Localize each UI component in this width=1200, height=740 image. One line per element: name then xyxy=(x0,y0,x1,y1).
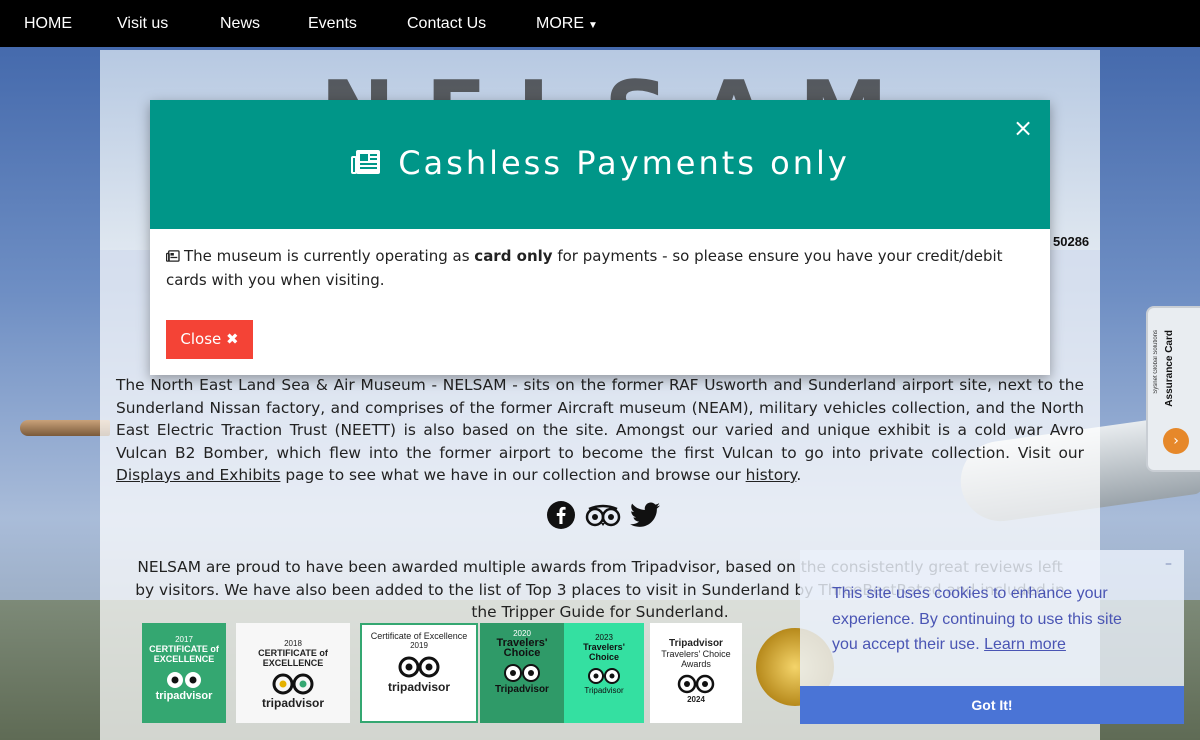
newspaper-icon xyxy=(165,246,180,269)
aircraft-serial: 50286 xyxy=(1053,234,1090,249)
badge-brand: tripadvisor xyxy=(261,696,324,710)
award-badge: 2018 CERTIFICATE of EXCELLENCE tripadvis… xyxy=(236,623,350,723)
badge-year: 2019 xyxy=(410,641,428,650)
tripadvisor-icon[interactable] xyxy=(585,503,621,531)
badge-year: 2018 xyxy=(284,639,302,648)
intro-text-2: page to see what we have in our collecti… xyxy=(280,466,746,484)
cookie-banner: – This site uses cookies to enhance your… xyxy=(800,550,1184,724)
owl-icon xyxy=(588,668,620,684)
cashless-modal: Cashless Payments only × The museum is c… xyxy=(150,100,1050,375)
badge-line2: EXCELLENCE xyxy=(153,654,215,664)
badge-line2: EXCELLENCE xyxy=(262,658,324,668)
modal-body-bold: card only xyxy=(474,247,553,265)
modal-body-text-1: The museum is currently operating as xyxy=(184,247,475,265)
twitter-icon[interactable] xyxy=(630,502,661,532)
chevron-right-icon[interactable]: › xyxy=(1163,428,1189,454)
nav-contact-us[interactable]: Contact Us xyxy=(407,0,486,47)
badge-line1: Certificate of Excellence xyxy=(370,631,468,641)
background-missile xyxy=(20,420,110,436)
nav-more[interactable]: MORE ▼ xyxy=(536,0,598,47)
intro-paragraph: The North East Land Sea & Air Museum - N… xyxy=(116,374,1084,487)
nav-home[interactable]: HOME xyxy=(24,0,72,47)
badge-line2: Choice xyxy=(503,647,541,659)
badge-year: 2024 xyxy=(687,695,705,704)
modal-title: Cashless Payments only xyxy=(398,144,850,182)
displays-link[interactable]: Displays and Exhibits xyxy=(116,466,280,484)
nav-visit-us[interactable]: Visit us xyxy=(117,0,168,47)
award-badge: Tripadvisor Travelers' Choice Awards 202… xyxy=(650,623,742,723)
award-badge: 2023 Travelers' Choice Tripadvisor xyxy=(564,623,644,723)
owl-icon xyxy=(677,674,715,694)
badge-line2: Choice xyxy=(588,652,619,662)
nav-events[interactable]: Events xyxy=(308,0,357,47)
badge-line1: Tripadvisor xyxy=(669,638,723,649)
close-icon[interactable]: × xyxy=(1013,114,1033,142)
badge-brand: Tripadvisor xyxy=(495,684,549,695)
modal-body: The museum is currently operating as car… xyxy=(165,245,1036,292)
caret-down-icon: ▼ xyxy=(588,20,598,31)
modal-title-row: Cashless Payments only xyxy=(150,144,1050,184)
badge-year: 2017 xyxy=(175,635,193,644)
badge-line1: Travelers' xyxy=(583,642,625,652)
nav-more-label: MORE xyxy=(536,15,584,32)
badge-year: 2023 xyxy=(595,633,613,642)
badge-line1: CERTIFICATE of xyxy=(258,648,328,658)
nav-news[interactable]: News xyxy=(220,0,260,47)
owl-icon xyxy=(398,656,440,678)
badge-line1: CERTIFICATE of xyxy=(149,644,219,654)
owl-icon xyxy=(167,672,201,688)
history-link[interactable]: history xyxy=(746,466,797,484)
got-it-button[interactable]: Got It! xyxy=(800,686,1184,724)
top-navbar: HOME Visit us News Events Contact Us MOR… xyxy=(0,0,1200,47)
owl-icon xyxy=(272,673,314,695)
award-badge: Certificate of Excellence 2019 tripadvis… xyxy=(360,623,478,723)
intro-text-3: . xyxy=(796,466,802,484)
close-button[interactable]: Close ✖ xyxy=(166,320,253,359)
social-links xyxy=(546,500,664,534)
assurance-card-title: Assurance Card xyxy=(1164,330,1175,407)
badge-brand: Tripadvisor xyxy=(584,686,624,695)
newspaper-icon xyxy=(350,146,382,184)
award-badge: 2017 CERTIFICATE of EXCELLENCE tripadvis… xyxy=(142,623,226,723)
owl-icon xyxy=(504,664,540,682)
dismiss-icon[interactable]: – xyxy=(1165,556,1172,572)
cookie-text: This site uses cookies to enhance your e… xyxy=(832,581,1152,658)
badge-line2: Travelers' Choice Awards xyxy=(661,649,731,669)
facebook-icon[interactable] xyxy=(546,500,576,534)
badge-brand: tripadvisor xyxy=(155,690,213,702)
award-badge: 2020 Travelers' Choice Tripadvisor xyxy=(480,623,564,723)
intro-text-1: The North East Land Sea & Air Museum - N… xyxy=(116,376,1084,462)
badge-brand: tripadvisor xyxy=(387,680,450,694)
modal-header: Cashless Payments only × xyxy=(150,100,1050,229)
learn-more-link[interactable]: Learn more xyxy=(984,636,1066,653)
assurance-card-subtitle: Sysnet Global Solutions xyxy=(1153,330,1159,394)
cookie-message: This site uses cookies to enhance your e… xyxy=(832,585,1122,653)
